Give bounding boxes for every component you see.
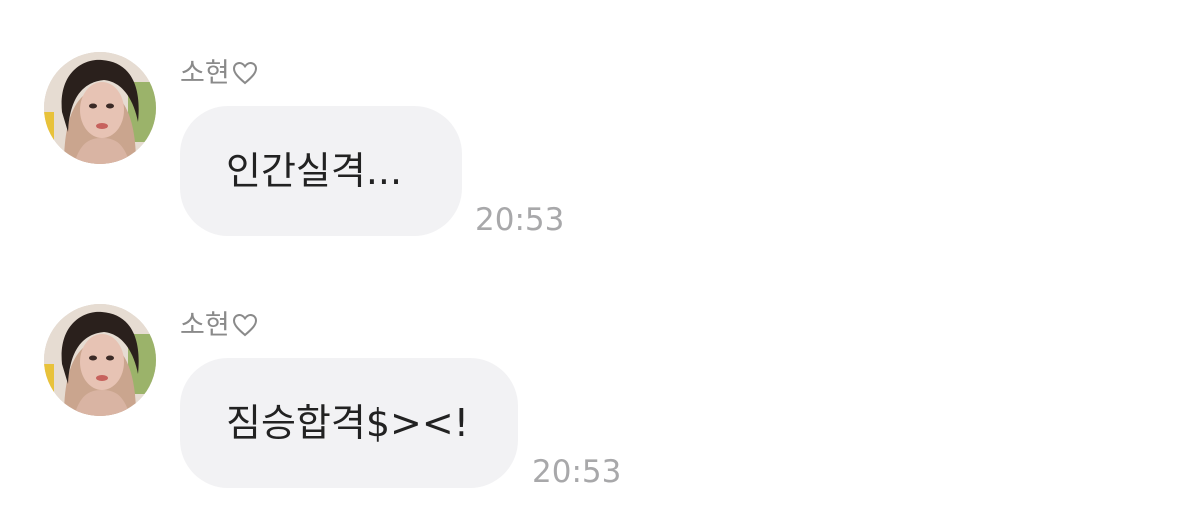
sender-name-text: 소현 bbox=[180, 310, 230, 341]
message-timestamp: 20:53 bbox=[475, 202, 565, 238]
avatar[interactable] bbox=[44, 52, 156, 164]
message-text: 인간실격... bbox=[226, 149, 403, 193]
message-timestamp: 20:53 bbox=[532, 454, 622, 490]
sender-name: 소현 bbox=[180, 56, 258, 95]
sender-name: 소현 bbox=[180, 308, 258, 347]
message-text: 짐승합격$><! bbox=[226, 401, 469, 445]
avatar-photo bbox=[44, 52, 156, 164]
heart-outline-icon bbox=[232, 59, 258, 95]
chat-message: 소현 짐승합격$><! 20:53 bbox=[0, 300, 1199, 500]
chat-message: 소현 인간실격... 20:53 bbox=[0, 48, 1199, 248]
avatar[interactable] bbox=[44, 304, 156, 416]
message-bubble[interactable]: 짐승합격$><! bbox=[180, 358, 518, 488]
sender-name-text: 소현 bbox=[180, 58, 230, 89]
heart-outline-icon bbox=[232, 311, 258, 347]
message-bubble[interactable]: 인간실격... bbox=[180, 106, 462, 236]
avatar-photo bbox=[44, 304, 156, 416]
